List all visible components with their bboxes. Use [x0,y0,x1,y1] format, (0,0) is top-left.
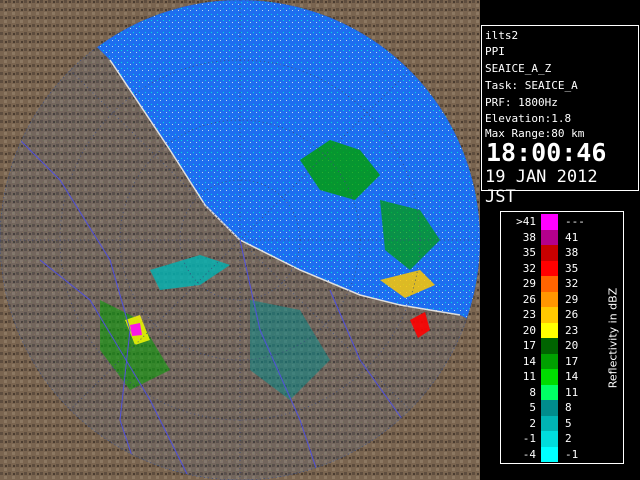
legend-low-value: 5 [529,401,536,414]
legend-high-value: 17 [565,354,579,368]
legend-low-value: 32 [522,261,536,275]
legend-swatch [541,400,558,416]
legend-low-value: 23 [522,308,536,321]
legend-high-value: 32 [565,277,579,290]
legend-low-value: 35 [522,246,536,259]
legend-high-value: 23 [565,323,579,337]
legend-low-value: 38 [522,230,536,244]
legend-low-value: 11 [522,370,536,383]
legend-low-value: 2 [529,416,536,430]
legend-swatch [541,446,558,462]
elevation-label: Elevation:1.8 [485,112,572,125]
legend-swatch [541,276,558,292]
legend-high-value: -1 [565,447,579,461]
legend-high-value: 26 [565,308,579,321]
legend-swatch [541,415,558,431]
task-label: Task: SEAICE_A [485,79,578,92]
legend-swatch [541,214,558,230]
legend-swatch [541,353,558,369]
legend-swatch [541,384,558,400]
legend-low-value: 17 [522,339,536,352]
radar-ppi-map [0,0,480,480]
legend-swatch [541,291,558,307]
station-name: ilts2 [485,29,519,42]
legend-swatch [541,322,558,338]
legend-high-value: 2 [565,432,572,445]
legend-high-value: --- [565,215,585,228]
scan-date: 19 JAN 2012 JST [485,167,598,207]
legend-low-value: 20 [522,323,536,337]
legend-low-value: 8 [529,385,536,399]
radar-info-panel: ilts2 PPI SEAICE_A_Z Task: SEAICE_A PRF:… [481,25,639,207]
legend-swatch [541,229,558,245]
legend-swatches [541,214,558,462]
legend-swatch [541,260,558,276]
prf-label: PRF: 1800Hz [485,96,558,109]
legend-high-value: 29 [565,292,579,306]
legend-low-value: 29 [522,277,536,290]
legend-swatch [541,245,558,261]
legend-high-value: 41 [565,230,579,244]
legend-high-value: 8 [565,401,572,414]
legend-low-value: -4 [522,447,536,461]
legend-low-value: >41 [516,215,536,228]
task-name: SEAICE_A_Z [485,62,552,75]
legend-high-value: 20 [565,339,579,352]
product-type: PPI [485,45,505,58]
reflectivity-legend: >41 --- 38 41 35 38 32 35 29 32 26 29 23 26 20 23 17 20 14… [500,211,624,464]
legend-high-value: 14 [565,370,579,383]
legend-low-value: -1 [522,432,536,445]
legend-high-value: 5 [565,416,572,430]
echo-red-patch [130,323,142,336]
legend-swatch [541,307,558,323]
legend-swatch [541,431,558,447]
legend-low-value: 14 [522,354,536,368]
radar-screen: ilts2 PPI SEAICE_A_Z Task: SEAICE_A PRF:… [0,0,640,480]
legend-low-value: 26 [522,292,536,306]
legend-swatch [541,338,558,354]
scan-time: 18:00:46 [486,138,607,167]
legend-high-value: 11 [565,385,579,399]
legend-high-value: 35 [565,261,579,275]
legend-high-value: 38 [565,246,579,259]
legend-title: Reflectivity in dBZ [606,287,620,389]
legend-swatch [541,369,558,385]
